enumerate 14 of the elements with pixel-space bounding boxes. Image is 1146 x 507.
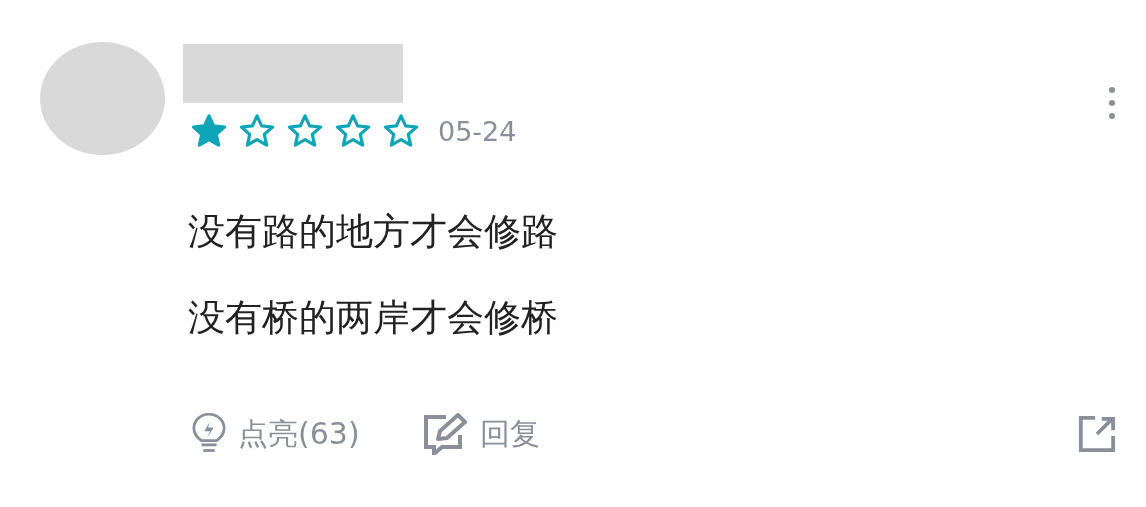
review-text: 没有桥的两岸才会修桥 [188,295,559,341]
lightbulb-icon[interactable] [192,413,226,455]
star-icon [190,112,228,150]
like-button[interactable]: 点亮(63) [238,413,360,455]
star-icon [382,112,420,150]
share-icon[interactable] [1078,415,1116,453]
review-text: 没有路的地方才会修路 [188,209,559,255]
star-icon [286,112,324,150]
star-icon [238,112,276,150]
star-icon [334,112,372,150]
edit-icon[interactable] [421,413,468,455]
reply-button[interactable]: 回复 [479,413,540,455]
review-date: 05-24 [438,115,517,147]
more-menu-icon[interactable] [1108,86,1116,120]
